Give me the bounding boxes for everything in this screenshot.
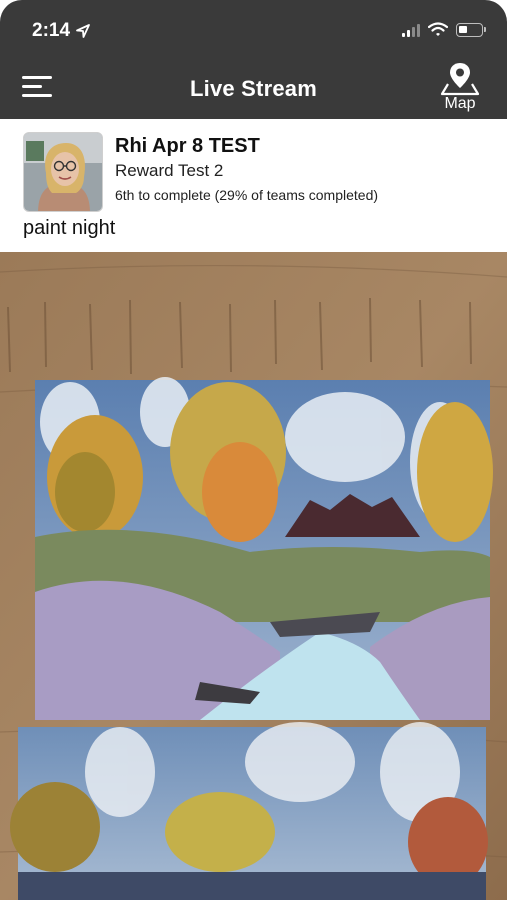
completion-status: 6th to complete (29% of teams completed): [115, 187, 379, 203]
avatar-photo: [24, 133, 102, 211]
upper-painting: [35, 377, 493, 720]
post-caption: paint night: [23, 217, 116, 239]
map-button[interactable]: Map: [439, 60, 481, 116]
reward-name: Reward Test 2: [115, 161, 224, 180]
status-time: 2:14: [32, 20, 91, 42]
status-time-text: 2:14: [32, 20, 71, 41]
map-label: Map: [444, 95, 476, 112]
status-icons: [402, 22, 486, 37]
app-header: 2:14 Live Stream Map: [0, 0, 507, 119]
cellular-signal-icon: [402, 23, 420, 37]
post-info: Rhi Apr 8 TEST Reward Test 2 6th to comp…: [0, 119, 507, 252]
battery-icon: [456, 22, 486, 37]
location-arrow-icon: [76, 24, 90, 38]
team-name: Rhi Apr 8 TEST: [115, 135, 260, 157]
wifi-icon: [428, 22, 448, 36]
battery-fill: [459, 25, 467, 33]
avatar[interactable]: [23, 132, 103, 212]
lower-painting: [10, 722, 488, 900]
page-title: Live Stream: [190, 76, 317, 101]
map-pin-icon: [440, 63, 480, 96]
post-photo[interactable]: [0, 252, 507, 900]
photo-of-two-landscape-paintings: [0, 252, 507, 900]
